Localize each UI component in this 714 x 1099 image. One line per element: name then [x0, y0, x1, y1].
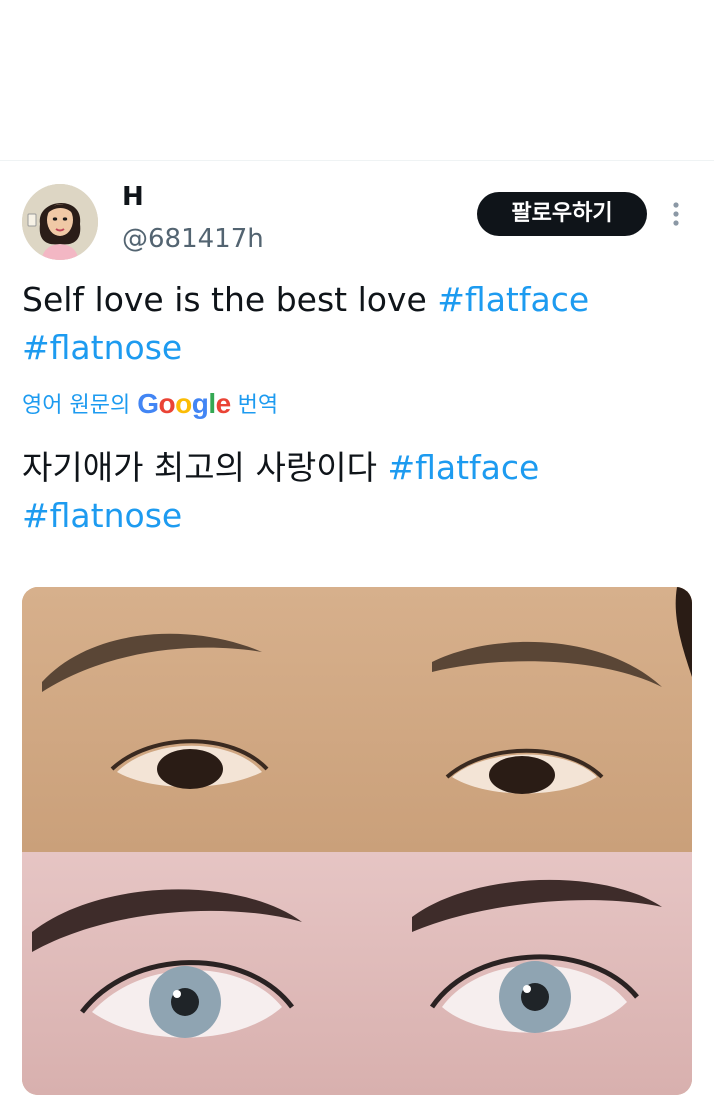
- translate-link[interactable]: 영어 원문의 Google 번역: [22, 384, 278, 426]
- hashtag-link[interactable]: #flatface: [437, 280, 589, 319]
- translated-body: 자기애가 최고의 사랑이다: [22, 448, 377, 487]
- hashtag-link[interactable]: #flatnose: [22, 328, 182, 367]
- google-letter: g: [191, 388, 209, 419]
- author-handle[interactable]: @681417h: [122, 222, 264, 256]
- translate-prefix: 영어 원문의: [22, 393, 131, 418]
- translated-text: 자기애가 최고의 사랑이다 #flatface #flatnose: [22, 444, 682, 540]
- google-logo: Google: [137, 388, 232, 419]
- google-letter: l: [208, 388, 216, 419]
- translate-suffix: 번역: [237, 393, 279, 418]
- tweet-media-image[interactable]: [22, 587, 692, 1095]
- hashtag-link[interactable]: #flatface: [387, 448, 539, 487]
- author-name[interactable]: H: [122, 180, 144, 214]
- avatar-cartoon-image: [22, 184, 98, 260]
- eyes-comparison-photo: [22, 587, 692, 1095]
- tweet-body: Self love is the best love: [22, 280, 427, 319]
- google-letter: o: [175, 388, 192, 419]
- google-letter: G: [137, 388, 159, 419]
- google-letter: e: [215, 388, 232, 419]
- hashtag-link[interactable]: #flatnose: [22, 496, 182, 535]
- blank-header-area: [0, 0, 714, 160]
- tweet-text: Self love is the best love #flatface #fl…: [22, 276, 682, 372]
- google-letter: o: [158, 388, 176, 419]
- avatar[interactable]: [22, 184, 98, 260]
- follow-button[interactable]: 팔로우하기: [477, 192, 647, 236]
- more-vertical-icon[interactable]: [664, 198, 688, 232]
- divider: [0, 160, 714, 161]
